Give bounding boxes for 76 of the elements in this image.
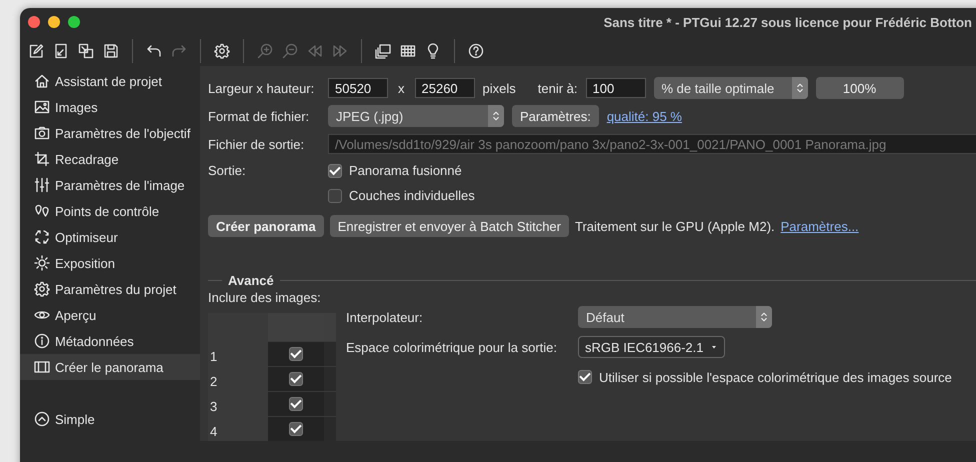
bulb-icon[interactable]: [425, 43, 441, 59]
colorspace-label: Espace colorimétrique pour la sortie:: [346, 340, 558, 354]
output-label: Sortie:: [208, 163, 247, 178]
save-icon[interactable]: [103, 43, 119, 59]
fit-label: tenir à:: [538, 80, 578, 96]
gpu-settings-link[interactable]: Paramètres...: [780, 218, 859, 234]
output-file-label: Fichier de sortie:: [208, 136, 306, 152]
format-label: Format de fichier:: [208, 108, 310, 124]
size-label: Largeur x hauteur:: [208, 80, 316, 96]
batch-stitcher-button[interactable]: Enregistrer et envoyer à Batch Stitcher: [330, 215, 569, 237]
help-icon[interactable]: [468, 43, 484, 59]
row-number: 3: [208, 392, 268, 416]
sliders-icon: [34, 177, 50, 193]
gear-icon: [34, 281, 50, 297]
include-checkbox[interactable]: [289, 397, 303, 411]
include-checkbox[interactable]: [289, 422, 303, 436]
window-title: Sans titre * - PTGui 12.27 sous licence pour Frédéric Botton: [604, 14, 972, 30]
sidebar-item[interactable]: Paramètres de l'objectif: [20, 120, 200, 146]
crop-icon: [34, 151, 50, 167]
sidebar-item[interactable]: Recadrage: [20, 146, 200, 172]
sidebar-item[interactable]: Créer le panorama: [20, 354, 200, 380]
sidebar-item[interactable]: Paramètres du projet: [20, 276, 200, 302]
create-panorama-button[interactable]: Créer panorama: [208, 215, 324, 237]
sidebar-item[interactable]: Images: [20, 94, 200, 120]
height-field[interactable]: 25260: [414, 78, 474, 98]
unit-label: pixels: [482, 80, 516, 96]
close-button[interactable]: [28, 16, 40, 28]
fit-unit-select[interactable]: % de taille optimale: [654, 77, 808, 99]
sun-icon: [34, 255, 50, 271]
section-title: Avancé: [228, 272, 274, 288]
sidebar-item[interactable]: Assistant de projet: [20, 68, 200, 94]
sidebar-item[interactable]: Points de contrôle: [20, 198, 200, 224]
row-number: 2: [208, 367, 268, 391]
sidebar-item[interactable]: Paramètres de l'image: [20, 172, 200, 198]
output-checkbox[interactable]: Panorama fusionné: [328, 163, 462, 178]
chevron-up-icon: [34, 411, 50, 427]
edit-icon[interactable]: [28, 43, 44, 59]
output-checkbox[interactable]: Couches individuelles: [328, 188, 475, 203]
width-field[interactable]: 50520: [328, 78, 388, 98]
include-checkbox[interactable]: [289, 372, 303, 386]
grid-icon[interactable]: [400, 43, 416, 59]
house-icon: [34, 73, 50, 89]
settings-button[interactable]: Paramètres:: [512, 105, 599, 127]
minimize-button[interactable]: [48, 16, 60, 28]
colorspace-dropdown[interactable]: sRGB IEC61966-2.1: [578, 336, 725, 358]
interpolator-select[interactable]: Défaut: [578, 306, 772, 328]
panorama-icon: [34, 359, 50, 375]
camera-icon: [34, 125, 50, 141]
sidebar-item[interactable]: Aperçu: [20, 302, 200, 328]
sidebar-item[interactable]: Exposition: [20, 250, 200, 276]
gpu-status-text: Traitement sur le GPU (Apple M2).: [575, 218, 775, 234]
format-select[interactable]: JPEG (.jpg): [328, 105, 504, 127]
pins-icon: [34, 203, 50, 219]
zoom-button[interactable]: [68, 16, 80, 28]
times-sign: x: [398, 80, 404, 96]
simple-mode-button[interactable]: Simple: [20, 406, 200, 432]
percent-button[interactable]: 100%: [816, 77, 904, 99]
corners-icon: [34, 229, 50, 245]
info-icon: [34, 333, 50, 349]
panels-icon[interactable]: [375, 43, 391, 59]
source-colorspace-checkbox[interactable]: Utiliser si possible l'espace colorimétrique des images source: [578, 370, 952, 384]
interpolator-label: Interpolateur:: [346, 310, 424, 324]
import-icon[interactable]: [53, 43, 69, 59]
include-checkbox[interactable]: [289, 347, 303, 361]
sidebar-item[interactable]: Optimiseur: [20, 224, 200, 250]
quality-link[interactable]: qualité: 95 %: [606, 108, 682, 124]
row-number: 4: [208, 417, 268, 441]
picture-icon: [34, 99, 50, 115]
fit-field[interactable]: 100: [586, 78, 646, 98]
row-number: 1: [208, 342, 268, 366]
copy-icon[interactable]: [78, 43, 94, 59]
caret-icon: [710, 343, 718, 351]
include-images-label: Inclure des images:: [208, 290, 322, 305]
gear-icon[interactable]: [214, 43, 230, 59]
sidebar-item[interactable]: Métadonnées: [20, 328, 200, 354]
undo-icon[interactable]: [146, 43, 162, 59]
